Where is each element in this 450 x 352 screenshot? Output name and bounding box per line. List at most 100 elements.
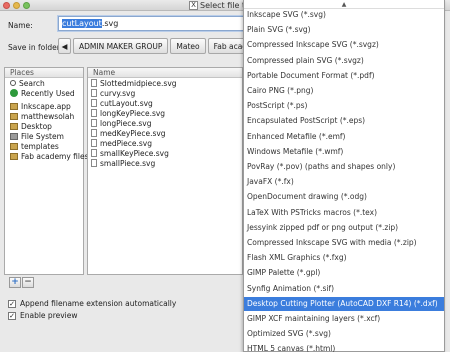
file-row[interactable]: medPiece.svg bbox=[88, 138, 242, 148]
file-type-option[interactable]: GIMP Palette (*.gpl) bbox=[244, 266, 444, 280]
file-icon bbox=[91, 119, 97, 127]
file-type-option[interactable]: LaTeX With PSTricks macros (*.tex) bbox=[244, 206, 444, 220]
place-label: Recently Used bbox=[21, 88, 75, 98]
filename-extension-text: .svg bbox=[101, 19, 119, 28]
file-name: smallKeyPiece.svg bbox=[100, 148, 169, 158]
place-label: Inkscape.app bbox=[21, 101, 71, 111]
file-row[interactable]: smallPiece.svg bbox=[88, 158, 242, 168]
file-icon bbox=[91, 129, 97, 137]
file-name: smallPiece.svg bbox=[100, 158, 156, 168]
file-type-option[interactable]: GIMP XCF maintaining layers (*.xcf) bbox=[244, 312, 444, 326]
file-icon bbox=[91, 79, 97, 87]
enable-preview-checkbox[interactable]: ✓ bbox=[8, 311, 16, 320]
file-name: medKeyPiece.svg bbox=[100, 128, 166, 138]
place-recently-used[interactable]: Recently Used bbox=[5, 88, 83, 98]
file-type-dropdown-list[interactable]: ▲ Inkscape SVG (*.svg) Plain SVG (*.svg) C… bbox=[243, 0, 445, 352]
place-desktop[interactable]: Desktop bbox=[5, 121, 83, 131]
minimize-window-button[interactable] bbox=[13, 2, 20, 9]
home-folder-icon bbox=[10, 112, 18, 120]
place-search[interactable]: Search bbox=[5, 78, 83, 88]
file-name: medPiece.svg bbox=[100, 138, 152, 148]
enable-preview-checkbox-row[interactable]: ✓ Enable preview bbox=[8, 311, 78, 320]
file-type-option[interactable]: Compressed Inkscape SVG (*.svgz) bbox=[244, 38, 444, 52]
file-name: longPiece.svg bbox=[100, 118, 152, 128]
folder-icon bbox=[10, 102, 18, 110]
places-buttons: + − bbox=[9, 277, 34, 288]
file-list-header[interactable]: Name bbox=[88, 68, 242, 78]
save-in-folder-label: Save in folder: bbox=[8, 43, 63, 52]
breadcrumb-admin-maker-group[interactable]: ADMIN MAKER GROUP bbox=[73, 38, 169, 54]
place-label: Desktop bbox=[21, 121, 52, 131]
maximize-window-button[interactable] bbox=[23, 2, 30, 9]
add-place-button[interactable]: + bbox=[9, 277, 21, 288]
file-icon bbox=[91, 99, 97, 107]
file-name: Slottedmidpiece.svg bbox=[100, 78, 177, 88]
file-type-option[interactable]: Compressed plain SVG (*.svgz) bbox=[244, 54, 444, 68]
filename-selected-text: cutLayout bbox=[62, 19, 102, 28]
file-type-option[interactable]: Compressed Inkscape SVG with media (*.zi… bbox=[244, 236, 444, 250]
file-list-pane: Name Slottedmidpiece.svg curvy.svg cutLa… bbox=[87, 67, 243, 275]
file-name: longKeyPiece.svg bbox=[100, 108, 166, 118]
place-templates[interactable]: templates bbox=[5, 141, 83, 151]
place-label: Search bbox=[19, 78, 45, 88]
file-row[interactable]: Slottedmidpiece.svg bbox=[88, 78, 242, 88]
close-window-button[interactable] bbox=[3, 2, 10, 9]
places-pane: Places Search Recently Used Inkscape.app… bbox=[4, 67, 89, 275]
file-type-option[interactable]: Jessyink zipped pdf or png output (*.zip… bbox=[244, 221, 444, 235]
name-label: Name: bbox=[8, 21, 33, 30]
file-type-option[interactable]: Flash XML Graphics (*.fxg) bbox=[244, 251, 444, 265]
window-controls bbox=[3, 2, 30, 9]
file-type-option[interactable]: OpenDocument drawing (*.odg) bbox=[244, 190, 444, 204]
file-type-option[interactable]: PostScript (*.ps) bbox=[244, 99, 444, 113]
place-fab-academy-files[interactable]: Fab academy files bbox=[5, 151, 89, 161]
file-icon bbox=[91, 159, 97, 167]
file-type-option[interactable]: Windows Metafile (*.wmf) bbox=[244, 145, 444, 159]
recent-icon bbox=[10, 89, 18, 97]
place-label: matthewsolah bbox=[21, 111, 75, 121]
file-type-option[interactable]: Encapsulated PostScript (*.eps) bbox=[244, 114, 444, 128]
append-extension-checkbox[interactable]: ✓ bbox=[8, 299, 16, 308]
file-type-option[interactable]: JavaFX (*.fx) bbox=[244, 175, 444, 189]
file-type-option[interactable]: Desktop Cutting Plotter (AutoCAD DXF R14… bbox=[244, 296, 444, 311]
file-type-option[interactable]: Synfig Animation (*.sif) bbox=[244, 282, 444, 296]
file-type-option[interactable]: Inkscape SVG (*.svg) bbox=[244, 8, 444, 22]
remove-place-button[interactable]: − bbox=[22, 277, 34, 288]
folder-icon bbox=[10, 122, 18, 130]
file-row[interactable]: smallKeyPiece.svg bbox=[88, 148, 242, 158]
file-row[interactable]: curvy.svg bbox=[88, 88, 242, 98]
filename-input[interactable]: cutLayout.svg bbox=[58, 16, 248, 31]
file-type-option[interactable]: HTML 5 canvas (*.html) bbox=[244, 342, 444, 352]
x11-app-icon: X bbox=[189, 1, 198, 10]
place-label: File System bbox=[21, 131, 64, 141]
file-row[interactable]: longKeyPiece.svg bbox=[88, 108, 242, 118]
file-row[interactable]: cutLayout.svg bbox=[88, 98, 242, 108]
folder-icon bbox=[10, 152, 18, 160]
places-header: Places bbox=[5, 68, 83, 78]
file-type-option[interactable]: PovRay (*.pov) (paths and shapes only) bbox=[244, 160, 444, 174]
file-icon bbox=[91, 149, 97, 157]
breadcrumb-back-arrow-icon[interactable]: ◀ bbox=[58, 38, 71, 54]
file-row[interactable]: longPiece.svg bbox=[88, 118, 242, 128]
place-file-system[interactable]: File System bbox=[5, 131, 83, 141]
place-label: Fab academy files bbox=[21, 151, 89, 161]
place-label: templates bbox=[21, 141, 59, 151]
file-type-option[interactable]: Optimized SVG (*.svg) bbox=[244, 327, 444, 341]
place-matthewsolah[interactable]: matthewsolah bbox=[5, 111, 83, 121]
file-name: cutLayout.svg bbox=[100, 98, 153, 108]
file-type-option[interactable]: Cairo PNG (*.png) bbox=[244, 84, 444, 98]
append-extension-checkbox-row[interactable]: ✓ Append filename extension automaticall… bbox=[8, 299, 176, 308]
file-icon bbox=[91, 139, 97, 147]
file-icon bbox=[91, 109, 97, 117]
drive-icon bbox=[10, 132, 18, 140]
folder-icon bbox=[10, 142, 18, 150]
breadcrumb-mateo[interactable]: Mateo bbox=[170, 38, 206, 54]
append-extension-label: Append filename extension automatically bbox=[20, 299, 177, 308]
file-row[interactable]: medKeyPiece.svg bbox=[88, 128, 242, 138]
file-name: curvy.svg bbox=[100, 88, 136, 98]
file-type-option[interactable]: Enhanced Metafile (*.emf) bbox=[244, 130, 444, 144]
enable-preview-label: Enable preview bbox=[20, 311, 78, 320]
file-type-option[interactable]: Portable Document Format (*.pdf) bbox=[244, 69, 444, 83]
search-icon bbox=[10, 80, 16, 86]
file-type-option[interactable]: Plain SVG (*.svg) bbox=[244, 23, 444, 37]
place-inkscape-app[interactable]: Inkscape.app bbox=[5, 101, 83, 111]
